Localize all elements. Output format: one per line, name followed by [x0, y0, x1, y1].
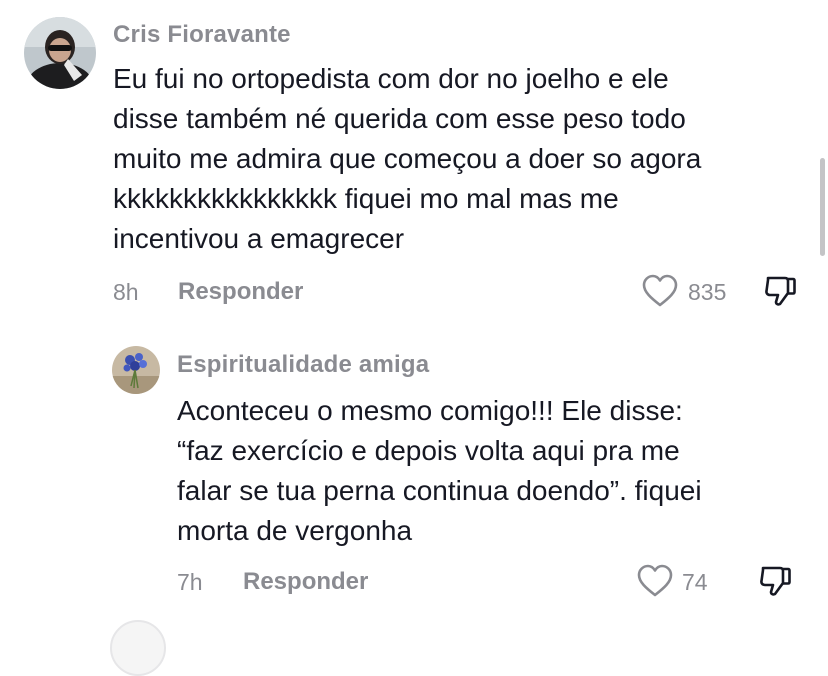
- comment-line: muito me admira que começou a doer so ag…: [113, 143, 702, 174]
- reply-button[interactable]: Responder: [243, 568, 368, 596]
- heart-outline-icon[interactable]: [642, 274, 678, 308]
- comment-line: Eu fui no ortopedista com dor no joelho …: [113, 63, 669, 94]
- reply-button[interactable]: Responder: [178, 278, 303, 306]
- comment-text: Eu fui no ortopedista com dor no joelho …: [113, 59, 701, 259]
- next-comment-avatar[interactable]: [110, 620, 166, 676]
- scrollbar[interactable]: [820, 158, 825, 256]
- username[interactable]: Espiritualidade amiga: [177, 351, 429, 379]
- comment-line: falar se tua perna continua doendo”. fiq…: [177, 475, 702, 506]
- timestamp: 7h: [177, 569, 203, 595]
- comment-line: Aconteceu o mesmo comigo!!! Ele disse:: [177, 395, 683, 426]
- comment-line: incentivou a emagrecer: [113, 223, 405, 254]
- like-count: 835: [688, 279, 727, 305]
- like-count: 74: [682, 569, 708, 595]
- comment-text: Aconteceu o mesmo comigo!!! Ele disse: “…: [177, 391, 702, 551]
- username[interactable]: Cris Fioravante: [113, 21, 291, 49]
- avatar[interactable]: [112, 346, 160, 394]
- thumbs-down-outline-icon[interactable]: [763, 274, 797, 308]
- comment-line: “faz exercício e depois volta aqui pra m…: [177, 435, 680, 466]
- comment-line: kkkkkkkkkkkkkkkk fiquei mo mal mas me: [113, 183, 619, 214]
- avatar-image: [112, 346, 160, 394]
- timestamp: 8h: [113, 279, 139, 305]
- comment-line: morta de vergonha: [177, 515, 413, 546]
- comment-line: disse também né querida com esse peso to…: [113, 103, 686, 134]
- thumbs-down-outline-icon[interactable]: [758, 564, 792, 598]
- avatar-image: [24, 17, 96, 89]
- heart-outline-icon[interactable]: [637, 564, 673, 598]
- avatar[interactable]: [24, 17, 96, 89]
